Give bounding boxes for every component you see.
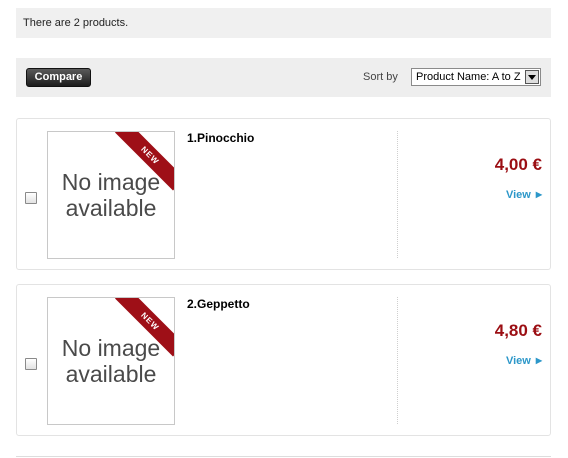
product-image[interactable]: No image available NEW — [47, 297, 175, 425]
product-title[interactable]: 1.Pinocchio — [187, 131, 254, 145]
sort-selected-value: Product Name: A to Z — [416, 71, 521, 83]
list-bottom-divider — [16, 456, 551, 457]
product-image[interactable]: No image available NEW — [47, 131, 175, 259]
no-image-placeholder-text: No image available — [61, 169, 161, 221]
product-count-bar: There are 2 products. — [16, 8, 551, 38]
sort-by-label: Sort by — [363, 71, 398, 83]
view-product-link[interactable]: View ▶ — [506, 355, 542, 367]
product-price: 4,80 € — [494, 321, 542, 340]
column-divider — [397, 297, 398, 424]
product-card: No image available NEW 2.Geppetto 4,80 €… — [16, 284, 551, 436]
compare-checkbox[interactable] — [25, 358, 37, 370]
product-count-text: There are 2 products. — [23, 17, 129, 29]
arrow-right-icon: ▶ — [535, 190, 542, 199]
column-divider — [397, 131, 398, 258]
view-label: View — [505, 355, 531, 367]
chevron-down-icon[interactable] — [525, 70, 539, 84]
view-label: View — [505, 189, 531, 201]
arrow-right-icon: ▶ — [535, 356, 542, 365]
product-title[interactable]: 2.Geppetto — [187, 297, 250, 311]
compare-checkbox[interactable] — [25, 192, 37, 204]
product-card: No image available NEW 1.Pinocchio 4,00 … — [16, 118, 551, 270]
no-image-placeholder-text: No image available — [61, 335, 161, 387]
view-product-link[interactable]: View ▶ — [506, 189, 542, 201]
product-price: 4,00 € — [494, 155, 542, 174]
product-toolbar: Compare Sort by Product Name: A to Z — [16, 58, 551, 97]
sort-select[interactable]: Product Name: A to Z — [411, 68, 541, 86]
compare-button[interactable]: Compare — [26, 68, 91, 87]
